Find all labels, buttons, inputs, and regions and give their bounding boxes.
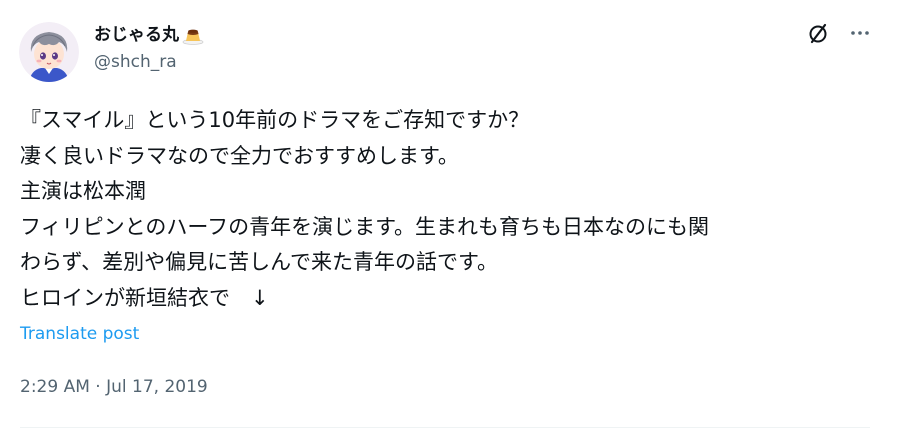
translate-post-link[interactable]: Translate post bbox=[20, 323, 139, 345]
divider bbox=[20, 427, 870, 428]
display-name-text: おじゃる丸 bbox=[94, 25, 179, 45]
post-text-line: 凄く良いドラマなので全力でおすすめします。 bbox=[20, 143, 459, 168]
post-actions bbox=[807, 22, 871, 44]
pudding-icon bbox=[182, 25, 204, 45]
more-icon[interactable] bbox=[849, 22, 871, 44]
post-text-line: わらず、差別や偏見に苦しんで来た青年の話です。 bbox=[20, 250, 498, 274]
avatar[interactable] bbox=[19, 22, 79, 82]
post-timestamp[interactable]: 2:29 AM · Jul 17, 2019 bbox=[20, 376, 208, 398]
post-text-line: ヒロインが新垣結衣で ↓ bbox=[20, 285, 269, 310]
avatar-illustration bbox=[19, 22, 79, 82]
display-name[interactable]: おじゃる丸 bbox=[94, 24, 204, 46]
grok-slash-icon[interactable] bbox=[807, 22, 829, 44]
post-text-line: 『スマイル』という10年前のドラマをご存知ですか？ bbox=[20, 108, 530, 132]
tweet: おじゃる丸 @shch_ra 『スマイル』という10年前のドラマをご存知ですか？… bbox=[0, 0, 909, 430]
post-text-line: フィリピンとのハーフの青年を演じます。生まれも育ちも日本なのにも関 bbox=[20, 214, 710, 239]
post-text: 『スマイル』という10年前のドラマをご存知ですか？ 凄く良いドラマなので全力でお… bbox=[20, 103, 880, 316]
user-handle[interactable]: @shch_ra bbox=[94, 51, 204, 73]
author-info: おじゃる丸 @shch_ra bbox=[94, 24, 204, 73]
post-text-line: 主演は松本潤 bbox=[20, 179, 146, 203]
